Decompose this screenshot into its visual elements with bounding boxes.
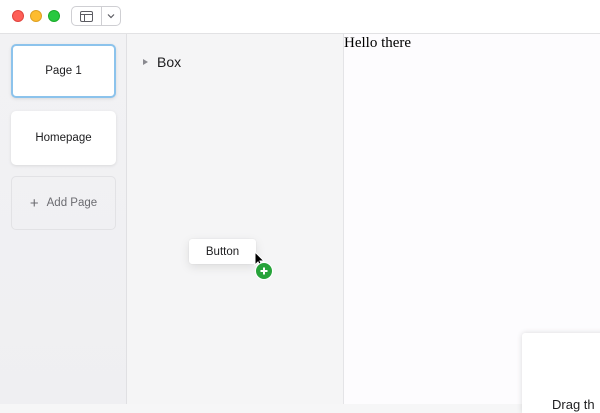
sidebar-layout-icon [80, 10, 93, 22]
page-card-label: Homepage [35, 132, 92, 144]
add-page-button[interactable]: + Add Page [11, 176, 116, 230]
layout-toolbar-group [71, 6, 121, 26]
pages-panel: Page 1 Homepage + Add Page [0, 34, 127, 404]
drag-ghost-label: Button [205, 245, 240, 258]
canvas-card[interactable]: Drag th [522, 333, 600, 413]
canvas-card-text: Drag th [552, 397, 595, 412]
chevron-down-icon [107, 14, 115, 19]
layers-panel: Box [127, 34, 344, 404]
disclosure-triangle-icon[interactable] [143, 59, 148, 65]
add-page-label: Add Page [46, 197, 98, 209]
page-card-label: Page 1 [45, 65, 82, 77]
layout-dropdown-button[interactable] [102, 7, 120, 25]
page-card-homepage[interactable]: Homepage [11, 111, 116, 165]
plus-icon [260, 267, 268, 275]
layer-row-box[interactable]: Box [143, 54, 181, 70]
title-bar [0, 0, 600, 34]
maximize-window-button[interactable] [48, 10, 60, 22]
page-card-page-1[interactable]: Page 1 [11, 44, 116, 98]
plus-icon: + [29, 194, 39, 212]
close-window-button[interactable] [12, 10, 24, 22]
canvas[interactable]: Hello there Drag th [344, 34, 600, 413]
drag-ghost-button: Button [189, 239, 256, 264]
layout-toggle-button[interactable] [72, 7, 102, 25]
minimize-window-button[interactable] [30, 10, 42, 22]
layer-label: Box [157, 54, 182, 70]
canvas-text: Hello there [344, 35, 412, 51]
add-badge-icon [255, 262, 273, 280]
